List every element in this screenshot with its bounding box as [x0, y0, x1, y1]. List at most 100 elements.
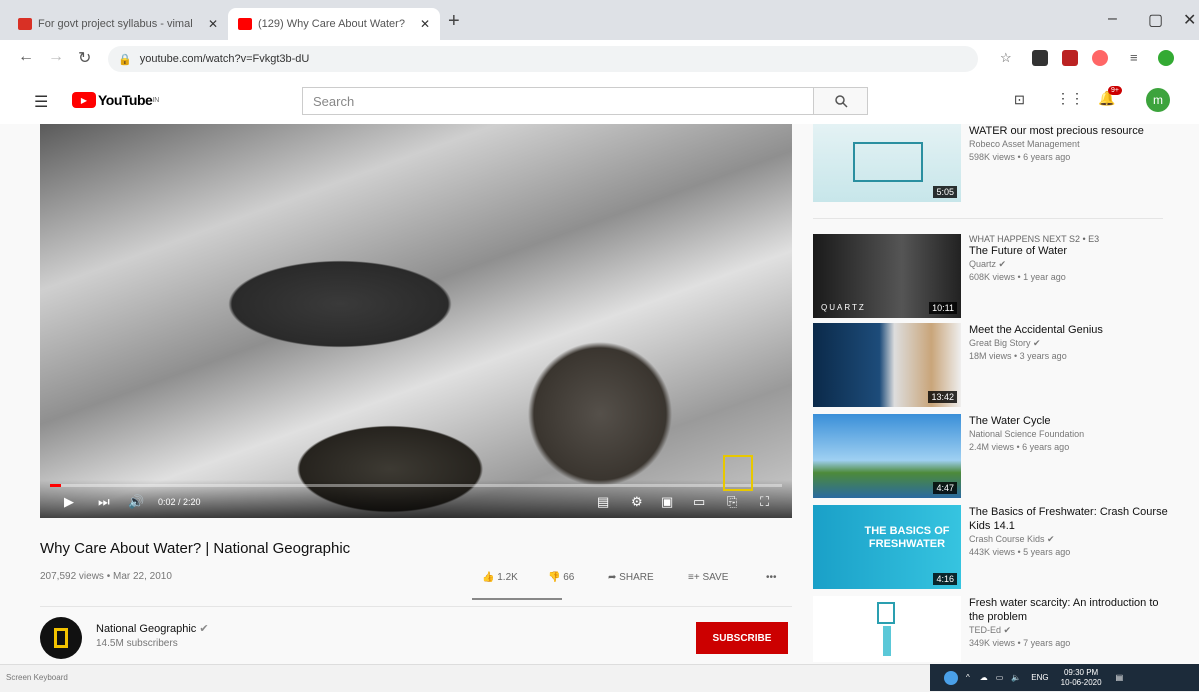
cast-icon[interactable]: ⎘ [727, 494, 737, 510]
water-drop-sign-icon [877, 602, 895, 624]
video-title: Meet the Accidental Genius [969, 324, 1103, 336]
recommendation-item[interactable]: 4:47 The Water Cycle National Science Fo… [813, 414, 1193, 498]
video-thumbnail[interactable] [813, 596, 961, 662]
language-indicator[interactable]: ENG [1031, 673, 1048, 682]
tab-youtube[interactable]: (129) Why Care About Water? | N ✕ [228, 8, 440, 40]
battery-icon[interactable]: ▭ [996, 673, 1004, 682]
tray-chevron-icon[interactable]: ^ [966, 673, 970, 682]
divider [813, 218, 1163, 219]
factory-illustration-icon [853, 142, 923, 182]
save-label: SAVE [702, 572, 729, 583]
extension-icon[interactable] [1032, 50, 1048, 66]
thumbs-down-icon: 👎 [548, 572, 564, 583]
channel-avatar[interactable] [40, 617, 82, 659]
video-thumbnail[interactable]: THE BASICS OF FRESHWATER 4:16 [813, 505, 961, 589]
save-button[interactable]: ≡+ SAVE [688, 572, 728, 583]
recommendation-item[interactable]: THE BASICS OF FRESHWATER 4:16 The Basics… [813, 505, 1193, 589]
like-ratio-bar [472, 598, 562, 600]
url-text: youtube.com/watch?v=Fvkgt3b-dU [139, 53, 310, 65]
tab-title: For govt project syllabus - vimal [38, 18, 193, 30]
menu-icon[interactable]: ☰ [34, 92, 48, 112]
video-meta: 207,592 views • Mar 22, 2010 [40, 571, 172, 582]
volume-icon[interactable]: 🔊 [128, 494, 144, 510]
next-icon[interactable]: ⏭ [98, 494, 110, 510]
recommendation-item[interactable]: QUARTZ 10:11 WHAT HAPPENS NEXT S2 • E3 T… [813, 234, 1193, 318]
theater-mode-icon[interactable]: ▭ [693, 494, 705, 510]
video-title: Why Care About Water? | National Geograp… [40, 540, 351, 557]
verified-check-icon: ✔ [1033, 338, 1041, 348]
close-tab-icon[interactable]: ✕ [208, 17, 218, 31]
reading-list-icon[interactable]: ≡ [1130, 50, 1138, 65]
video-thumbnail[interactable]: 13:42 [813, 323, 961, 407]
verified-check-icon: ✔ [1047, 534, 1055, 544]
close-window-button[interactable]: ✕ [1183, 10, 1196, 30]
subscribe-button[interactable]: SUBSCRIBE [696, 622, 788, 654]
search-button[interactable] [814, 87, 868, 115]
minimize-button[interactable]: – [1108, 10, 1117, 28]
youtube-logo[interactable]: ▶ YouTube IN [72, 92, 159, 108]
channel-name: Great Big Story [969, 338, 1031, 348]
channel-name[interactable]: National Geographic ✔ [96, 622, 209, 635]
progress-bar[interactable] [50, 484, 782, 487]
youtube-favicon-icon [238, 18, 252, 30]
notification-center-icon[interactable]: ▤ [1116, 673, 1124, 682]
dislike-button[interactable]: 👎 66 [548, 572, 574, 583]
settings-gear-icon[interactable]: ⚙ [631, 494, 643, 510]
channel-name: Robeco Asset Management [969, 139, 1080, 149]
natgeo-logo-icon [54, 628, 68, 648]
share-button[interactable]: ➦ SHARE [608, 572, 654, 583]
like-button[interactable]: 👍 1.2K [482, 572, 518, 583]
extension-icon[interactable] [1092, 50, 1108, 66]
video-player[interactable] [40, 124, 792, 518]
logo-text: YouTube [98, 92, 153, 108]
thumbnail-label: QUARTZ [821, 303, 866, 312]
video-meta: 2.4M views • 6 years ago [969, 442, 1070, 452]
subscriber-count: 14.5M subscribers [96, 638, 178, 649]
account-avatar[interactable]: m [1146, 88, 1170, 112]
video-thumbnail[interactable]: 5:05 [813, 124, 961, 202]
channel-name: TED-Ed [969, 625, 1002, 635]
new-tab-button[interactable]: + [448, 10, 460, 33]
app-icon[interactable] [944, 670, 958, 685]
play-icon[interactable]: ▶ [64, 494, 74, 510]
lock-icon: 🔒 [118, 53, 132, 66]
gmail-icon [18, 18, 32, 30]
verified-check-icon: ✔ [1003, 625, 1012, 635]
bookmark-star-icon[interactable]: ☆ [1000, 50, 1012, 66]
maximize-button[interactable]: ▢ [1148, 10, 1163, 30]
subtitles-icon[interactable]: ▤ [597, 494, 609, 510]
video-title: The Water Cycle [969, 415, 1051, 427]
miniplayer-icon[interactable]: ▣ [661, 494, 673, 510]
video-thumbnail[interactable]: 4:47 [813, 414, 961, 498]
verified-check-icon: ✔ [998, 259, 1007, 269]
video-meta: 18M views • 3 years ago [969, 351, 1067, 361]
recommendation-item[interactable]: Fresh water scarcity: An introduction to… [813, 596, 1193, 662]
video-duration: 5:05 [933, 186, 957, 198]
recommendation-item[interactable]: 5:05 WATER our most precious resource Ro… [813, 124, 1193, 204]
profile-avatar[interactable] [1158, 50, 1174, 66]
recommendation-item[interactable]: 13:42 Meet the Accidental Genius Great B… [813, 323, 1193, 407]
video-title: The Basics of Freshwater: Crash Course K… [969, 506, 1168, 532]
apps-grid-icon[interactable]: ⋮⋮ [1056, 90, 1084, 107]
search-input[interactable]: Search [302, 87, 814, 115]
clock[interactable]: 09:30 PM 10-06-2020 [1061, 668, 1102, 688]
thumbs-up-icon: 👍 [482, 572, 498, 583]
extension-icon[interactable] [1062, 50, 1078, 66]
network-icon[interactable]: ☁ [980, 673, 988, 682]
thumbnail-label: THE BASICS OF FRESHWATER [864, 525, 950, 550]
video-duration: 4:47 [933, 482, 957, 494]
tab-gmail[interactable]: For govt project syllabus - vimal ✕ [8, 8, 228, 40]
reload-icon[interactable]: ↻ [78, 48, 91, 68]
video-duration: 4:16 [933, 573, 957, 585]
verified-check-icon: ✔ [199, 623, 209, 635]
forward-arrow-icon[interactable]: → [48, 48, 64, 66]
fullscreen-icon[interactable]: ⛶ [760, 494, 769, 510]
volume-icon[interactable]: 🔈 [1011, 673, 1021, 682]
video-thumbnail[interactable]: QUARTZ 10:11 [813, 234, 961, 318]
back-arrow-icon[interactable]: ← [18, 48, 34, 66]
clock-time: 09:30 PM [1063, 667, 1099, 677]
close-tab-icon[interactable]: ✕ [420, 17, 430, 31]
create-video-icon[interactable]: ⊡ [1014, 92, 1025, 108]
address-bar[interactable]: 🔒 youtube.com/watch?v=Fvkgt3b-dU [108, 46, 978, 72]
more-actions-button[interactable]: ••• [766, 572, 777, 583]
